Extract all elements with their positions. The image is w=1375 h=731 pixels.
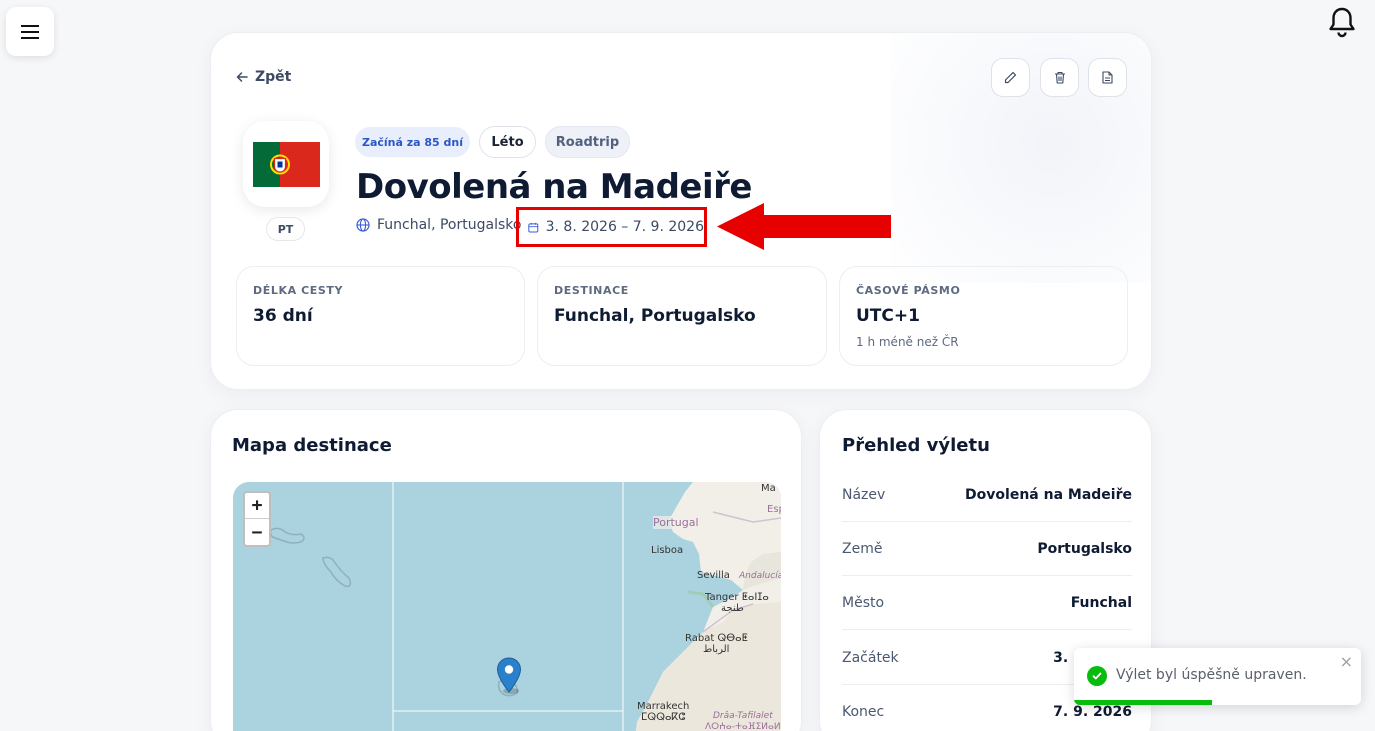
stat-card-duration: Délka cesty 36 dní [236,266,525,366]
map-label-draa-tif: ⴷⵔⵄⴰ-ⵜⴰⴼⵉⵍⴰⵍⵜ [705,722,781,731]
map-label-tanger: Tanger ⵟⴰⵏⵊⴰ [705,592,769,603]
overview-key: Začátek [842,649,899,666]
map-pin-icon[interactable] [496,657,522,695]
arrow-left-icon [236,72,248,82]
overview-section-title: Přehled výletu [842,435,990,456]
globe-icon [356,218,370,232]
dates-text: 3. 8. 2026 – 7. 9. 2026 [545,219,704,235]
map-label-lisboa: Lisboa [651,545,684,556]
menu-button[interactable] [6,7,54,56]
menu-icon [21,24,39,39]
stat-value: 36 dní [253,306,313,326]
export-document-button[interactable] [1088,58,1127,97]
overview-row: Město Funchal [842,576,1132,630]
bell-icon [1329,7,1355,38]
stat-card-destination: Destinace Funchal, Portugalsko [537,266,827,366]
overview-key: Město [842,594,885,611]
trip-hero-card: Zpět PT Začíná za 85 dní Léto Roadtrip D… [210,32,1152,390]
map-label-rabat: Rabat ⵕⴱⴰⵟ [685,633,748,644]
back-link[interactable]: Zpět [236,69,291,85]
map-label-sevilla: Sevilla [697,570,730,581]
map-label-es-partial: Esp [767,504,781,515]
map-label-draa: Drâa-Tafilalet [713,711,773,721]
delete-button[interactable] [1040,58,1079,97]
destination-map[interactable]: Portugal Lisboa Sevilla Andalucía Tanger… [233,482,781,731]
trip-dates: 3. 8. 2026 – 7. 9. 2026 [516,207,707,247]
annotation-arrow-icon [717,203,891,250]
check-icon [1087,666,1107,686]
calendar-icon [528,222,539,232]
pencil-icon [1004,71,1017,84]
notifications-button[interactable] [1322,2,1362,42]
overview-row: Název Dovolená na Madeiře [842,468,1132,522]
overview-value: Funchal [1070,594,1132,611]
zoom-out-button[interactable]: − [245,519,269,545]
stat-card-timezone: Časové pásmo UTC+1 1 h méně než ČR [839,266,1128,366]
overview-key: Název [842,486,886,503]
overview-value: 7. 9. 2026 [1053,703,1132,720]
map-label-tanger-ar: طنجة [721,603,744,614]
location-text: Funchal, Portugalsko [377,217,522,233]
stat-label: Délka cesty [253,284,344,297]
season-tag: Léto [479,126,536,158]
stat-subtext: 1 h méně než ČR [856,335,959,349]
portugal-flag-icon [252,141,320,187]
document-icon [1102,71,1113,84]
trip-title: Dovolená na Madeiře [356,167,752,207]
trash-icon [1054,71,1065,84]
map-label-andalucia: Andalucía [739,571,781,581]
stat-value: Funchal, Portugalsko [554,306,756,326]
toast-progress-bar [1074,700,1212,705]
trip-location: Funchal, Portugalsko [356,217,521,233]
back-label: Zpět [255,69,292,85]
map-label-marrakech-tif: ⵎⵕⵕⴰⴽⵛ [641,712,686,723]
zoom-in-button[interactable]: + [245,493,269,519]
map-section-title: Mapa destinace [232,435,392,456]
overview-key: Konec [842,703,885,720]
map-label-marrakech: Marrakech [637,701,690,712]
toast-message: Výlet byl úspěšně upraven. [1116,667,1307,683]
map-label-rabat-ar: الرباط [703,644,730,655]
overview-key: Země [842,540,883,557]
overview-value: Portugalsko [1037,540,1132,557]
edit-button[interactable] [991,58,1030,97]
success-toast[interactable]: Výlet byl úspěšně upraven. × [1074,648,1361,705]
country-flag-card [243,121,329,207]
stat-value: UTC+1 [856,306,920,326]
zoom-control: + − [243,491,271,547]
trip-type-tag: Roadtrip [545,126,630,158]
countdown-badge: Začíná za 85 dní [355,127,470,157]
overview-value: Dovolená na Madeiře [965,486,1132,503]
close-icon[interactable]: × [1340,652,1353,671]
stat-label: Časové pásmo [856,284,961,297]
country-code-badge: PT [266,217,305,241]
overview-row: Země Portugalsko [842,522,1132,576]
stat-label: Destinace [554,284,629,297]
map-card: Mapa destinace Portugal Lisboa Sevilla A… [210,409,802,731]
map-label-portugal: Portugal [653,516,699,529]
map-label-ma-partial: Ma [761,483,776,494]
